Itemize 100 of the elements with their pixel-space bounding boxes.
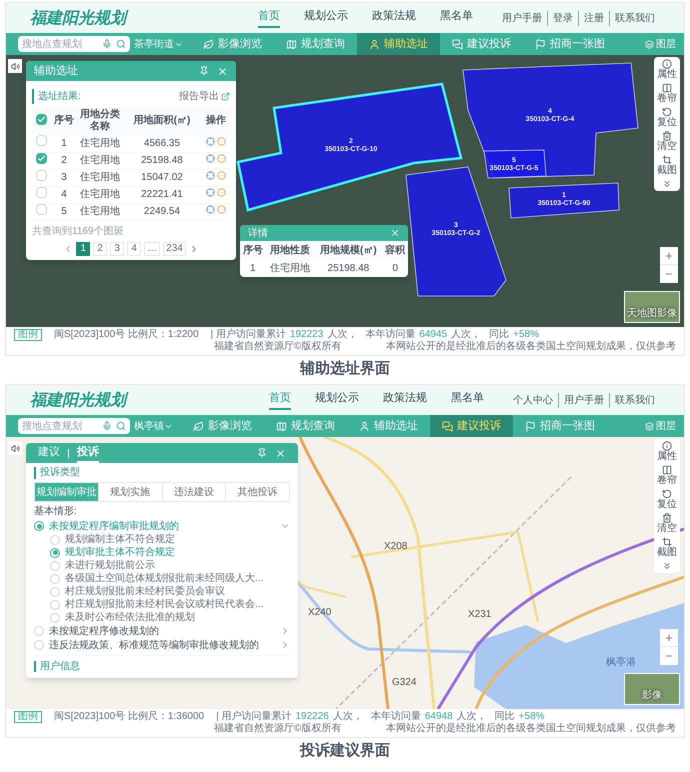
table-row[interactable]: 5 住宅用地 2249.54 [32,203,230,220]
toolbar-tab[interactable]: 规划查询 [264,415,347,437]
export-link[interactable]: 报告导出 [179,89,230,104]
situation-option[interactable]: 村庄规划报批前未经村民委员会审议 [34,585,290,598]
map-tool-button[interactable]: 属性 [657,441,677,465]
microphone-icon[interactable] [102,39,112,49]
region-dropdown[interactable]: 枫亭镇 [134,418,173,434]
type-tab[interactable]: 规划编制审批 [35,483,98,501]
nav-link[interactable]: 黑名单 [440,8,473,28]
map-tool-button[interactable]: 卷帘 [657,83,677,107]
radio-button[interactable] [50,548,60,558]
locate-icon[interactable] [206,171,215,180]
user-link[interactable]: 联系我们 [609,10,660,26]
user-link[interactable]: 登录 [547,10,578,26]
land-parcel[interactable] [236,82,463,212]
map-tool-button[interactable]: 截图 [657,537,677,561]
situation-option[interactable]: 规划审批主体不符合规定 [34,546,290,559]
zoom-out-button[interactable] [660,647,678,665]
table-row[interactable]: 2 住宅用地 25198.48 [32,152,230,169]
situation-option[interactable]: 未进行规划批前公示 [34,559,290,572]
page-button[interactable]: 1 [76,242,90,256]
nav-link[interactable]: 规划公示 [304,8,348,28]
land-parcel[interactable] [462,62,638,178]
locate-icon[interactable] [206,188,215,197]
locate-icon[interactable] [206,136,215,146]
checkbox[interactable] [36,153,46,164]
page-button[interactable]: 2 [93,242,108,256]
locate-icon[interactable] [206,154,215,163]
nav-link[interactable]: 黑名单 [451,390,484,410]
nav-link[interactable]: 首页 [258,8,280,28]
legend-button[interactable]: 图例 [14,329,42,341]
expand-icon[interactable] [662,179,672,189]
map-tool-button[interactable]: 清空 [657,131,677,155]
close-icon[interactable] [275,448,286,458]
expand-icon[interactable] [662,561,672,571]
toolbar-tab[interactable]: 规划查询 [274,33,357,55]
checkbox[interactable] [36,135,46,146]
user-link[interactable]: 用户手册 [497,10,547,26]
nav-link[interactable]: 规划公示 [315,390,359,410]
radio-button[interactable] [50,574,60,584]
close-icon[interactable] [217,66,228,76]
map-tool-button[interactable]: 截图 [657,155,677,179]
map-tool-button[interactable]: 卷帘 [657,465,677,489]
more-icon[interactable] [216,205,226,214]
user-link[interactable]: 个人中心 [508,392,558,408]
toolbar-tab[interactable]: 影像浏览 [181,415,264,437]
situation-option[interactable]: 村庄规划报批前未经村民会议或村民代表会... [34,598,290,611]
legend-button[interactable]: 图例 [14,711,42,723]
map-tool-button[interactable]: 清空 [657,513,677,537]
radio-button[interactable] [50,612,60,622]
checkbox[interactable] [36,204,46,214]
land-parcel[interactable] [484,150,546,178]
nav-link[interactable]: 政策法规 [383,390,427,410]
zoom-out-button[interactable] [660,265,678,283]
basemap-thumbnail[interactable]: 天地图影像 [624,291,680,323]
user-link[interactable]: 联系我们 [609,392,660,408]
layers-button[interactable]: 图层 [645,418,676,434]
panel-tab[interactable]: 建议 [38,443,60,463]
map-tool-button[interactable]: 属性 [657,59,677,83]
situation-option[interactable]: 未及时公布经依法批准的规划 [34,611,290,624]
land-parcel[interactable] [508,182,620,218]
search-field[interactable]: 搜地点查规划 [18,36,130,52]
toolbar-tab[interactable]: 招商一张图 [513,415,607,437]
table-row[interactable]: 1 住宅用地 4566.35 [32,135,230,152]
page-button[interactable]: … [144,242,160,256]
page-button[interactable]: 234 [163,242,186,256]
search-icon[interactable] [116,39,126,49]
toolbar-tab[interactable]: 招商一张图 [523,33,617,55]
speaker-button[interactable] [8,59,22,73]
table-row[interactable]: 3 住宅用地 15047.02 [32,169,230,186]
speaker-button[interactable] [8,441,22,455]
close-icon[interactable] [390,228,400,238]
more-icon[interactable] [216,136,226,146]
checkbox[interactable] [36,170,46,180]
situation-option[interactable]: 未按规定程序修改规划的 [34,624,290,638]
page-button[interactable]: 4 [127,242,142,256]
region-dropdown[interactable]: 茶亭街道 [134,36,183,52]
radio-button[interactable] [50,534,60,544]
map-tool-button[interactable]: 复位 [657,489,677,513]
radio-button[interactable] [34,626,44,636]
toolbar-tab[interactable]: 辅助选址 [357,33,440,55]
radio-button[interactable] [34,640,44,650]
radio-button[interactable] [50,600,60,610]
zoom-in-button[interactable] [660,629,678,647]
toolbar-tab[interactable]: 影像浏览 [191,33,274,55]
search-icon[interactable] [116,421,126,431]
table-row[interactable]: 4 住宅用地 22221.41 [32,186,230,203]
pin-icon[interactable] [199,66,209,76]
radio-button[interactable] [50,586,60,596]
situation-option[interactable]: 未按规定程序编制审批规划的 [34,519,290,533]
checkbox[interactable] [36,186,46,198]
situation-option[interactable]: 各级国土空间总体规划报批前未经同级人大... [34,572,290,585]
pin-icon[interactable] [257,448,267,458]
radio-button[interactable] [34,521,44,531]
more-icon[interactable] [216,171,226,180]
nav-link[interactable]: 政策法规 [372,8,416,28]
radio-button[interactable] [50,560,60,570]
toolbar-tab[interactable]: 建议投诉 [440,33,523,55]
page-button[interactable]: 3 [110,242,124,256]
toolbar-tab[interactable]: 辅助选址 [347,415,430,437]
